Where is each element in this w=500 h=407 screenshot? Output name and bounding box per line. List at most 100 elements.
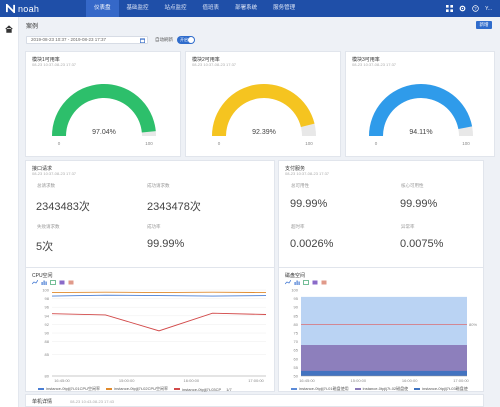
gauge-panel-module1: 模块1可用率 08-23 10:37-08-23 17:37 97.04% 0 10… <box>25 51 181 157</box>
x-tick-label: 15:00:00 <box>119 378 135 383</box>
gauge-min-label: 0 <box>375 141 378 146</box>
panel-subtitle: 08-23 10:37-08-23 17:37 <box>32 171 77 176</box>
help-icon[interactable]: ? <box>472 5 479 12</box>
host-detail-panel: 单机详情 08-23 10:43-08-23 17:43 <box>25 394 484 407</box>
metric-value: 0.0075% <box>400 238 444 250</box>
disk-space-chart: 50 55 60 65 70 75 80 85 90 95 100 80% 16:45:00 15:00:… <box>291 288 477 384</box>
toggle-knob <box>188 37 194 43</box>
gauge-max-label: 100 <box>305 141 313 146</box>
gauge-chart: 94.11% 0 100 <box>369 83 473 146</box>
y-tick-label: 50 <box>294 374 299 379</box>
y-tick-label: 96 <box>45 305 50 310</box>
nav-basic-monitoring[interactable]: 基础监控 <box>119 0 157 17</box>
nav-dashboard[interactable]: 仪表盘 <box>86 0 119 17</box>
date-range-picker[interactable]: 2019-08-23 10:37 - 2019-08-23 17:37 <box>26 36 148 44</box>
metric-value: 99.99% <box>147 238 185 250</box>
gauge-max-label: 100 <box>462 141 470 146</box>
x-tick-label: 16:00:00 <box>184 378 200 383</box>
legend-item[interactable]: instance-0tpjlj7t-03CP <box>182 387 221 392</box>
legend-item[interactable]: instance-0tpjlj7t-02磁盘使 <box>363 386 409 392</box>
legend-item[interactable]: instance-0tpjlj7t-01CPU空闲率 <box>46 386 100 392</box>
nav-service-management[interactable]: 服务管理 <box>265 0 303 17</box>
y-tick-label: 88 <box>45 339 50 344</box>
gauge-min-label: 0 <box>218 141 221 146</box>
legend-item[interactable]: instance-0tpjlj7t-03磁盘使 <box>422 386 468 392</box>
y-tick-label: 100 <box>42 288 49 293</box>
main-nav: 仪表盘 基础监控 站点监控 值班表 部署系统 服务管理 <box>86 0 303 17</box>
auto-refresh-toggle[interactable]: 开启 <box>177 36 195 44</box>
y-tick-label: 95 <box>294 296 299 301</box>
metric-label: 异常率 <box>401 224 415 229</box>
top-navbar: noah 仪表盘 基础监控 站点监控 值班表 部署系统 服务管理 ? Y... <box>0 0 500 17</box>
gauge-panel-module2: 模块2可用率 08-23 10:37-08-23 17:37 92.39% 0 10… <box>185 51 341 157</box>
home-icon[interactable] <box>5 25 13 33</box>
user-menu[interactable]: Y... <box>485 6 492 12</box>
logo[interactable]: noah <box>6 3 39 14</box>
gauge-chart: 97.04% 0 100 <box>52 83 156 146</box>
legend-swatch <box>174 388 181 390</box>
legend-item[interactable]: instance-0tpjlj7t-02CPU空闲率 <box>114 386 168 392</box>
metric-value: 5次 <box>36 241 54 253</box>
api-requests-panel: 接口请求 08-23 10:37-08-23 17:37 总请求数 234348… <box>25 160 275 279</box>
y-tick-label: 90 <box>294 305 299 310</box>
y-tick-label: 60 <box>294 356 299 361</box>
metric-label: 成功率 <box>147 224 161 229</box>
metric-label: 核心可用性 <box>401 183 424 188</box>
y-tick-label: 90 <box>45 331 50 336</box>
x-tick-label: 15:00:00 <box>351 378 367 383</box>
panel-title: 单机详情 <box>32 399 53 405</box>
logo-text: noah <box>18 3 40 14</box>
y-tick-label: 94 <box>45 313 50 318</box>
gauge-panel-module3: 模块3可用率 08-23 10:37-08-23 17:37 94.11% 0 10… <box>345 51 495 157</box>
series-line <box>51 294 267 297</box>
calendar-icon <box>140 38 145 43</box>
gauge-max-label: 100 <box>145 141 153 146</box>
x-tick-label: 16:00:00 <box>402 378 418 383</box>
metric-label: 成功请求数 <box>147 183 170 188</box>
y-tick-label: 98 <box>45 296 50 301</box>
noah-logo-icon <box>6 4 15 13</box>
legend-swatch <box>106 388 113 390</box>
cpu-idle-panel: CPU空闲 80 85 88 90 92 94 96 98 100 16:45:00 15:00:0… <box>25 267 275 392</box>
cpu-idle-chart: 80 85 88 90 92 94 96 98 100 16:45:00 15:00:00 16:00… <box>42 288 267 383</box>
x-tick-label: 17:00:00 <box>248 378 264 383</box>
metric-label: 总请求数 <box>37 183 55 188</box>
svg-text:?: ? <box>474 6 477 11</box>
chart-legend: instance-0tpjlj7t-01磁盘使用 instance-0tpjlj… <box>291 386 468 392</box>
metric-value: 2343478次 <box>147 201 201 213</box>
nav-site-monitoring[interactable]: 站点监控 <box>157 0 195 17</box>
legend-pager[interactable]: 1/7 <box>226 387 232 392</box>
grid-icon[interactable] <box>446 5 454 12</box>
legend-swatch <box>354 388 361 390</box>
gauge-value: 97.04% <box>92 129 116 136</box>
nav-duty-roster[interactable]: 值班表 <box>195 0 228 17</box>
y-tick-label: 80 <box>45 374 50 379</box>
page-title: 案例 <box>26 24 39 30</box>
top-right-tools: ? Y... <box>446 0 492 17</box>
gear-icon[interactable] <box>459 5 466 12</box>
y-tick-label: 92 <box>45 322 50 327</box>
panel-subtitle: 08-23 10:37-08-23 17:37 <box>285 171 330 176</box>
metric-value: 2343483次 <box>36 201 90 213</box>
series-area <box>301 370 467 376</box>
y-tick-label: 100 <box>291 288 298 293</box>
metric-label: 总可用性 <box>291 183 309 188</box>
gauge-min-label: 0 <box>58 141 61 146</box>
y-tick-label: 75 <box>294 331 299 336</box>
metric-value: 0.0026% <box>290 238 334 250</box>
legend-item[interactable]: instance-0tpjlj7t-01磁盘使用 <box>299 386 349 392</box>
legend-swatch <box>291 388 297 390</box>
metric-value: 99.99% <box>290 198 328 210</box>
x-tick-label: 16:45:00 <box>299 378 315 383</box>
nav-deploy-system[interactable]: 部署系统 <box>227 0 265 17</box>
gauge-chart: 92.39% 0 100 <box>212 84 316 146</box>
payment-service-panel: 支付服务 08-23 10:37-08-23 17:37 总可用性 99.99%… <box>278 160 484 279</box>
disk-space-panel: 磁盘空间 50 55 60 65 70 75 80 85 90 95 100 80% 16:45:00 1… <box>278 267 484 392</box>
date-range-value: 2019-08-23 10:37 - 2019-08-23 17:37 <box>31 37 107 42</box>
threshold-label: 80% <box>469 322 477 327</box>
metric-label: 超时率 <box>291 224 305 229</box>
main-content: 案例 新增 2019-08-23 10:37 - 2019-08-23 17:3… <box>19 17 500 407</box>
gauge-value: 94.11% <box>409 129 432 136</box>
metric-value: 99.99% <box>400 198 438 210</box>
new-button[interactable]: 新增 <box>476 21 492 29</box>
